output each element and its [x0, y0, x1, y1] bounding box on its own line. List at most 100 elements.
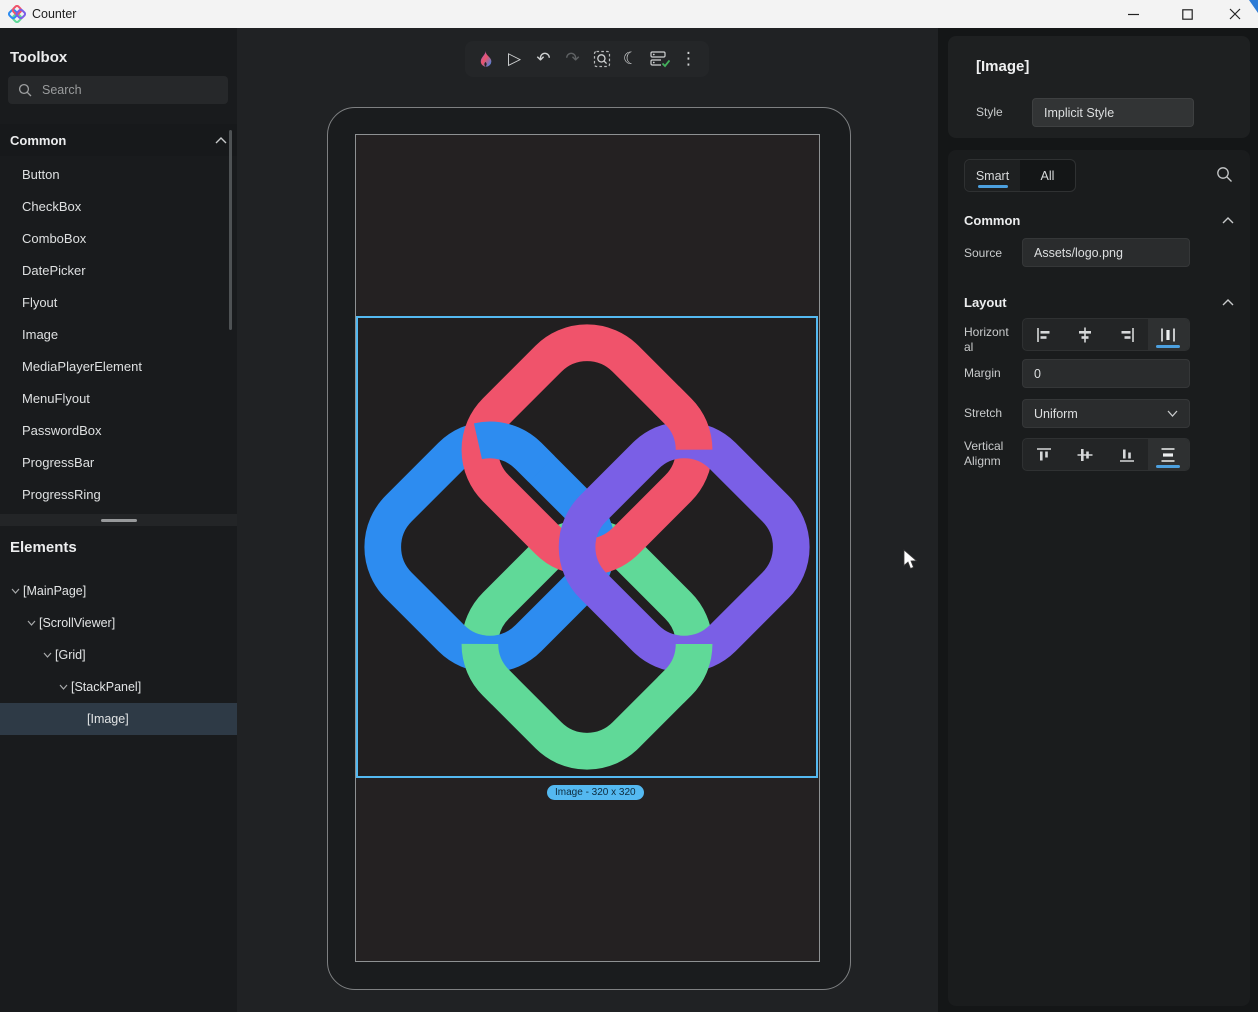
align-v-bottom-button[interactable] — [1106, 439, 1148, 470]
play-button[interactable]: ▷ — [502, 46, 528, 72]
tree-item-image-selected[interactable]: [Image] — [0, 703, 237, 735]
align-h-left-button[interactable] — [1023, 319, 1065, 350]
chevron-down-icon[interactable] — [55, 684, 71, 690]
focus-selection-button[interactable] — [589, 46, 615, 72]
align-h-center-button[interactable] — [1065, 319, 1107, 350]
chevron-down-icon — [1167, 410, 1178, 417]
chevron-up-icon — [1222, 299, 1234, 306]
tree-item-stackpanel[interactable]: [StackPanel] — [0, 671, 237, 703]
titlebar: Counter — [0, 0, 1258, 28]
toolbox-search-input[interactable] — [42, 83, 202, 97]
maximize-button[interactable] — [1164, 0, 1210, 28]
align-left-icon — [1035, 326, 1053, 344]
toolbox-item-checkbox[interactable]: CheckBox — [0, 190, 237, 222]
margin-label: Margin — [964, 366, 1001, 380]
chevron-down-icon[interactable] — [23, 620, 39, 626]
selection-size-badge: Image - 320 x 320 — [547, 785, 644, 800]
vertical-alignment-label: Vertical Alignm — [964, 439, 1016, 469]
app-window: Counter Toolbox Common Button — [0, 0, 1258, 1012]
minimize-icon — [1128, 9, 1139, 20]
play-icon: ▷ — [508, 49, 521, 69]
selected-image-element[interactable] — [356, 316, 818, 778]
design-canvas[interactable]: ▷ ↶ ↷ ☾ ⋮ — [237, 28, 938, 1012]
selected-align-underline — [1156, 465, 1180, 468]
redo-button[interactable]: ↷ — [560, 46, 586, 72]
style-label: Style — [976, 105, 1003, 119]
close-icon — [1229, 8, 1241, 20]
toolbox-item-flyout[interactable]: Flyout — [0, 286, 237, 318]
toolbox-item-image[interactable]: Image — [0, 318, 237, 350]
align-right-icon — [1118, 326, 1136, 344]
tree-item-grid[interactable]: [Grid] — [0, 639, 237, 671]
panel-splitter[interactable] — [0, 514, 237, 526]
align-bottom-icon — [1118, 446, 1136, 464]
align-v-stretch-button[interactable] — [1148, 439, 1190, 470]
properties-search-icon[interactable] — [1216, 166, 1233, 183]
tree-item-mainpage[interactable]: [MainPage] — [0, 575, 237, 607]
selection-header-card: [Image] Style Implicit Style — [948, 36, 1250, 138]
undo-icon: ↶ — [536, 49, 550, 69]
design-toolbar: ▷ ↶ ↷ ☾ ⋮ — [465, 41, 709, 77]
app-logo-icon — [8, 5, 26, 23]
selected-element-title: [Image] — [976, 58, 1029, 75]
theme-toggle-button[interactable]: ☾ — [618, 46, 644, 72]
toolbox-item-progressbar[interactable]: ProgressBar — [0, 446, 237, 478]
tab-smart[interactable]: Smart — [965, 160, 1020, 191]
properties-tab-group: Smart All — [964, 159, 1076, 192]
window-title: Counter — [32, 7, 76, 21]
align-h-right-button[interactable] — [1106, 319, 1148, 350]
toolbox-item-datepicker[interactable]: DatePicker — [0, 254, 237, 286]
undo-button[interactable]: ↶ — [531, 46, 557, 72]
margin-input[interactable]: 0 — [1022, 359, 1190, 388]
selected-align-underline — [1156, 345, 1180, 348]
redo-icon: ↷ — [565, 49, 579, 69]
splitter-grip — [101, 519, 137, 522]
elements-title: Elements — [10, 539, 77, 556]
toolbox-section-common[interactable]: Common — [0, 124, 237, 156]
align-v-top-button[interactable] — [1023, 439, 1065, 470]
toolbox-item-button[interactable]: Button — [0, 158, 237, 190]
toolbox-title: Toolbox — [10, 49, 67, 66]
properties-panel: [Image] Style Implicit Style Smart All C… — [938, 28, 1258, 1012]
toolbox-item-mediaplayerelement[interactable]: MediaPlayerElement — [0, 350, 237, 382]
tree-item-scrollviewer[interactable]: [ScrollViewer] — [0, 607, 237, 639]
toolbox-section-label: Common — [10, 133, 215, 148]
tab-all[interactable]: All — [1020, 160, 1075, 191]
hot-design-flame-button[interactable] — [473, 46, 499, 72]
align-center-icon — [1076, 326, 1094, 344]
validation-button[interactable] — [647, 46, 673, 72]
moon-icon: ☾ — [623, 49, 638, 69]
chevron-down-icon[interactable] — [7, 588, 23, 594]
section-common[interactable]: Common — [964, 210, 1234, 230]
toolbox-search-box[interactable] — [8, 76, 228, 104]
ellipsis-icon: ⋮ — [680, 49, 697, 69]
toolbox-item-passwordbox[interactable]: PasswordBox — [0, 414, 237, 446]
toolbox-panel: Toolbox Common Button CheckBox ComboBox … — [0, 28, 237, 1012]
align-stretch-v-icon — [1159, 446, 1177, 464]
chevron-up-icon — [215, 137, 227, 144]
toolbox-item-combobox[interactable]: ComboBox — [0, 222, 237, 254]
horizontal-alignment-label: Horizontal — [964, 325, 1010, 355]
mouse-cursor — [903, 549, 919, 571]
validation-check-icon — [650, 50, 670, 68]
uno-logo-image — [358, 318, 816, 776]
align-h-stretch-button[interactable] — [1148, 319, 1190, 350]
stretch-dropdown[interactable]: Uniform — [1022, 399, 1190, 428]
toolbox-item-progressring[interactable]: ProgressRing — [0, 478, 237, 510]
maximize-icon — [1182, 9, 1193, 20]
chevron-down-icon[interactable] — [39, 652, 55, 658]
logo-ring-purple — [554, 417, 813, 676]
source-input[interactable]: Assets/logo.png — [1022, 238, 1190, 267]
minimize-button[interactable] — [1110, 0, 1156, 28]
zoom-selection-icon — [593, 50, 611, 68]
close-button[interactable] — [1212, 0, 1258, 28]
vertical-alignment-group — [1022, 438, 1190, 471]
toolbox-item-menuflyout[interactable]: MenuFlyout — [0, 382, 237, 414]
align-v-center-button[interactable] — [1065, 439, 1107, 470]
align-top-icon — [1035, 446, 1053, 464]
style-input[interactable]: Implicit Style — [1032, 98, 1194, 127]
more-options-button[interactable]: ⋮ — [676, 46, 702, 72]
search-icon — [18, 83, 32, 97]
horizontal-alignment-group — [1022, 318, 1190, 351]
section-layout[interactable]: Layout — [964, 292, 1234, 312]
